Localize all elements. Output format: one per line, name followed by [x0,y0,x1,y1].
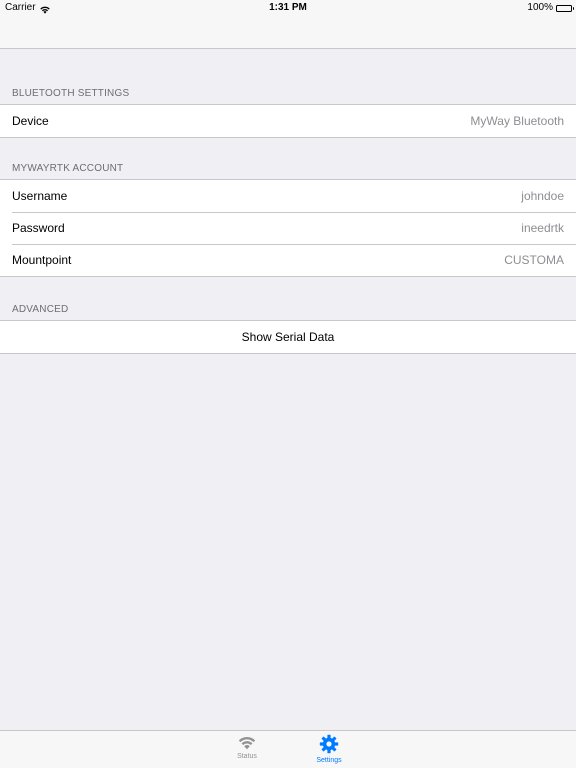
tab-settings-label: Settings [316,757,342,764]
username-value: johndoe [521,189,564,203]
wifi-icon [217,734,277,750]
bluetooth-settings-header: BLUETOOTH SETTINGS [12,88,130,99]
gear-icon [299,734,359,754]
battery-icon [556,4,574,12]
navigation-bar [0,16,576,49]
password-value: ineedrtk [521,221,564,235]
username-label: Username [12,189,68,203]
mountpoint-cell[interactable]: Mountpoint CUSTOMA [0,244,576,276]
password-label: Password [12,221,65,235]
tab-status[interactable]: Status [217,734,277,760]
mywayrtk-account-header: MYWAYRTK ACCOUNT [12,163,124,174]
tab-settings[interactable]: Settings [299,734,359,764]
mywayrtk-account-group: Username johndoe Password ineedrtk Mount… [0,179,576,277]
mountpoint-label: Mountpoint [12,253,72,267]
tab-status-label: Status [237,753,257,760]
username-cell[interactable]: Username johndoe [0,180,576,212]
advanced-header: ADVANCED [12,304,69,315]
device-label: Device [12,114,49,128]
tab-bar: Status Settings [0,730,576,768]
status-right: 100% [527,0,574,16]
bluetooth-settings-group: Device MyWay Bluetooth [0,104,576,138]
advanced-group: Show Serial Data [0,320,576,354]
device-value: MyWay Bluetooth [470,114,564,128]
battery-percentage: 100% [527,2,553,13]
device-cell[interactable]: Device MyWay Bluetooth [0,105,576,137]
status-time: 1:31 PM [269,2,307,13]
mountpoint-value: CUSTOMA [504,253,564,267]
password-cell[interactable]: Password ineedrtk [0,212,576,244]
show-serial-data-button[interactable]: Show Serial Data [0,321,576,353]
status-bar: Carrier 1:31 PM 100% [0,0,576,16]
